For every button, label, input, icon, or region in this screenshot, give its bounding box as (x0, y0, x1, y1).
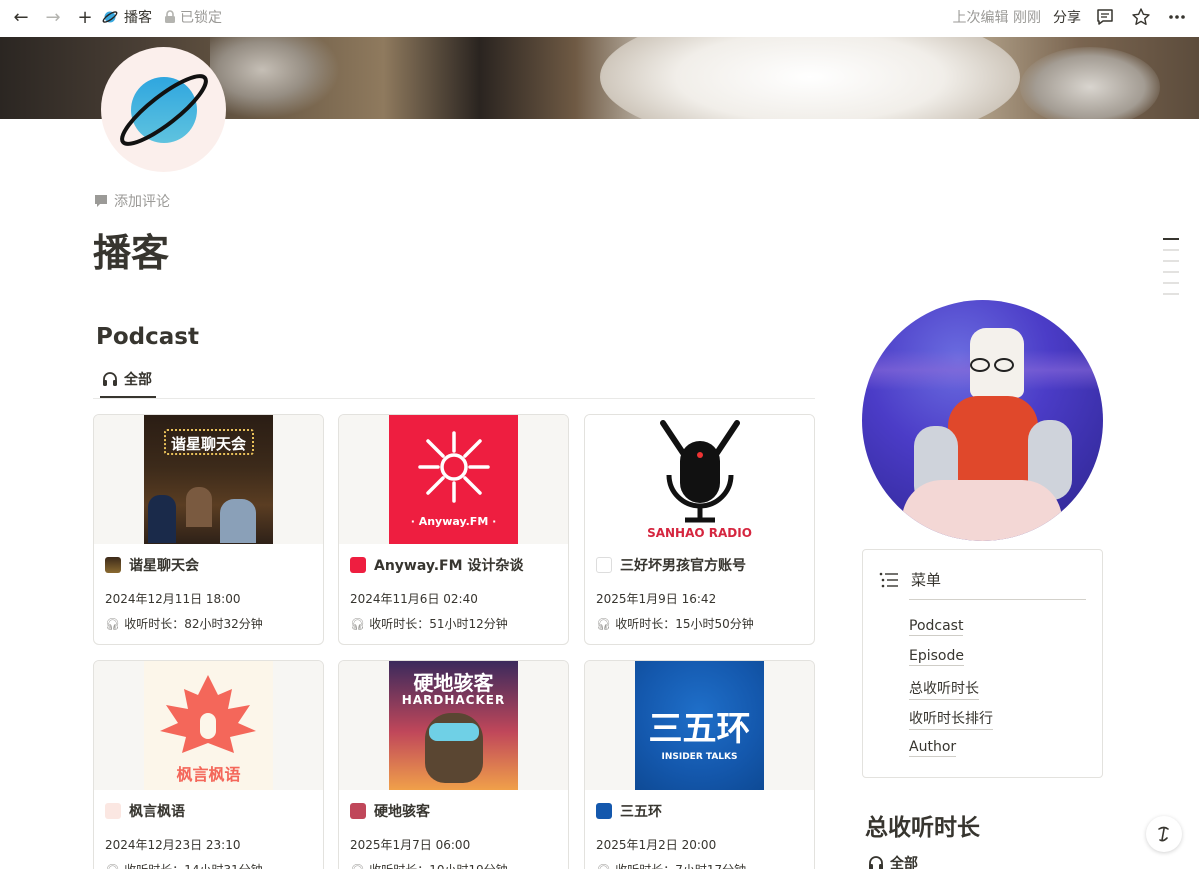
podcast-last-listened-date: 2025年1月2日 20:00 (596, 838, 717, 852)
headphones-icon (103, 372, 117, 386)
podcast-listen-duration: 收听时长：82小时32分钟 (124, 617, 263, 631)
podcast-listen-duration: 收听时长：14小时31分钟 (124, 861, 263, 869)
menu-link-listen-ranking[interactable]: 收听时长排行 (909, 708, 993, 730)
breadcrumb[interactable]: 播客 (102, 7, 152, 27)
podcast-name: 硬地骇客 (374, 804, 430, 820)
podcast-cover-art: 枫言枫语 (144, 661, 273, 790)
cover-art-text: 硬地骇客 (413, 671, 494, 695)
active-tab-underline (100, 396, 156, 398)
podcast-cover-art: SANHAO RADIO (635, 415, 764, 544)
total-listen-section-title: 总收听时长 (865, 815, 980, 841)
share-button[interactable]: 分享 (1053, 7, 1081, 27)
menu-callout: 菜单 Podcast Episode 总收听时长 收听时长排行 Author (862, 549, 1103, 778)
forward-arrow-icon[interactable]: → (42, 6, 64, 28)
podcast-last-listened-date: 2025年1月7日 06:00 (350, 838, 471, 852)
breadcrumb-page-name: 播客 (124, 10, 152, 26)
podcast-name: 三好坏男孩官方账号 (620, 558, 746, 574)
podcast-card[interactable]: 三五环 INSIDER TALKS 三五环 2025年1月2日 20:00 🎧︎… (584, 660, 815, 869)
podcast-card[interactable]: SANHAO RADIO 三好坏男孩官方账号 2025年1月9日 16:42 🎧… (584, 414, 815, 645)
headphones-icon: 🎧︎ (105, 616, 121, 631)
podcast-name: 谐星聊天会 (129, 558, 199, 574)
favorite-star-icon[interactable] (1129, 5, 1153, 29)
menu-title: 菜单 (911, 571, 942, 589)
last-edited-label: 上次编辑 刚刚 (952, 10, 1041, 26)
podcast-card[interactable]: 枫言枫语 枫言枫语 2024年12月23日 23:10 🎧︎ 收听时长：14小时3… (93, 660, 324, 869)
headphones-icon (869, 856, 883, 869)
podcast-favicon-icon (105, 557, 121, 573)
total-view-tab-all[interactable]: 全部 (868, 853, 918, 869)
podcast-last-listened-date: 2024年12月11日 18:00 (105, 592, 241, 606)
top-bar: ← → + 播客 已锁定 上次编辑 刚刚 分享 (0, 0, 1199, 34)
podcast-view-tab-all[interactable]: 全部 (102, 369, 152, 389)
podcast-card[interactable]: 谐星聊天会 谐星聊天会 2024年12月11日 18:00 🎧︎ 收听时长：82小… (93, 414, 324, 645)
podcast-listen-duration: 收听时长：7小时17分钟 (615, 861, 746, 869)
podcast-favicon-icon (350, 803, 366, 819)
planet-icon (119, 73, 208, 146)
new-page-plus-icon[interactable]: + (74, 6, 96, 28)
cover-art-text: · Anyway.FM · (410, 515, 497, 528)
podcast-section-title: Podcast (96, 324, 199, 350)
view-tab-label: 全部 (124, 372, 152, 388)
view-divider (93, 398, 815, 399)
menu-link-total-listen-time[interactable]: 总收听时长 (909, 678, 979, 700)
table-of-contents-marks[interactable] (1163, 238, 1179, 295)
help-icon (1158, 826, 1169, 842)
podcast-cover-art: 三五环 INSIDER TALKS (635, 661, 764, 790)
page-icon[interactable] (101, 47, 226, 172)
podcast-last-listened-date: 2024年11月6日 02:40 (350, 592, 478, 606)
list-icon (879, 572, 898, 587)
comment-icon (95, 195, 107, 207)
headphones-icon: 🎧︎ (350, 616, 366, 631)
podcast-favicon-icon (350, 557, 366, 573)
headphones-icon: 🎧︎ (596, 616, 612, 631)
lock-status[interactable]: 已锁定 (164, 7, 222, 27)
cover-art-text: 枫言枫语 (176, 765, 241, 784)
cover-art-subtext: INSIDER TALKS (661, 752, 738, 762)
author-avatar (862, 300, 1103, 541)
cover-art-text: SANHAO RADIO (647, 526, 752, 540)
podcast-listen-duration: 收听时长：15小时50分钟 (615, 617, 754, 631)
podcast-favicon-icon (105, 803, 121, 819)
lock-label: 已锁定 (180, 10, 222, 26)
podcast-favicon-icon (596, 557, 612, 573)
page-planet-icon (102, 11, 118, 23)
podcast-card[interactable]: 硬地骇客 HARDHACKER 硬地骇客 2025年1月7日 06:00 🎧︎ 收… (338, 660, 569, 869)
podcast-favicon-icon (596, 803, 612, 819)
headphones-icon: 🎧︎ (105, 863, 120, 869)
menu-link-episode[interactable]: Episode (909, 648, 964, 666)
podcast-listen-duration: 收听时长：51小时12分钟 (369, 617, 508, 631)
podcast-last-listened-date: 2024年12月23日 23:10 (105, 838, 241, 852)
menu-link-author[interactable]: Author (909, 739, 957, 757)
podcast-name: Anyway.FM 设计杂谈 (374, 558, 524, 574)
podcast-name: 枫言枫语 (129, 804, 185, 820)
podcast-cover-art: 硬地骇客 HARDHACKER (389, 661, 518, 790)
podcast-cover-art: · Anyway.FM · (389, 415, 518, 544)
more-options-icon[interactable] (1165, 5, 1189, 29)
view-tab-label: 全部 (890, 856, 918, 869)
menu-divider (909, 599, 1086, 600)
back-arrow-icon[interactable]: ← (10, 6, 32, 28)
podcast-last-listened-date: 2025年1月9日 16:42 (596, 592, 717, 606)
headphones-icon: 🎧︎ (596, 863, 611, 869)
add-comment-label: 添加评论 (114, 194, 170, 210)
page-title[interactable]: 播客 (93, 222, 169, 277)
cover-art-text: 谐星聊天会 (170, 435, 246, 453)
menu-link-podcast[interactable]: Podcast (909, 618, 964, 636)
podcast-name: 三五环 (620, 804, 662, 820)
cover-art-subtext: HARDHACKER (401, 693, 506, 707)
podcast-listen-duration: 收听时长：10小时19分钟 (369, 861, 508, 869)
add-comment-button[interactable]: 添加评论 (94, 191, 170, 211)
podcast-cover-art: 谐星聊天会 (144, 415, 273, 544)
headphones-icon: 🎧︎ (350, 863, 365, 869)
cover-art-text: 三五环 (648, 709, 751, 749)
lock-icon (165, 10, 175, 23)
comments-icon[interactable] (1093, 5, 1117, 29)
podcast-card[interactable]: · Anyway.FM · Anyway.FM 设计杂谈 2024年11月6日 … (338, 414, 569, 645)
help-button[interactable] (1146, 816, 1182, 852)
